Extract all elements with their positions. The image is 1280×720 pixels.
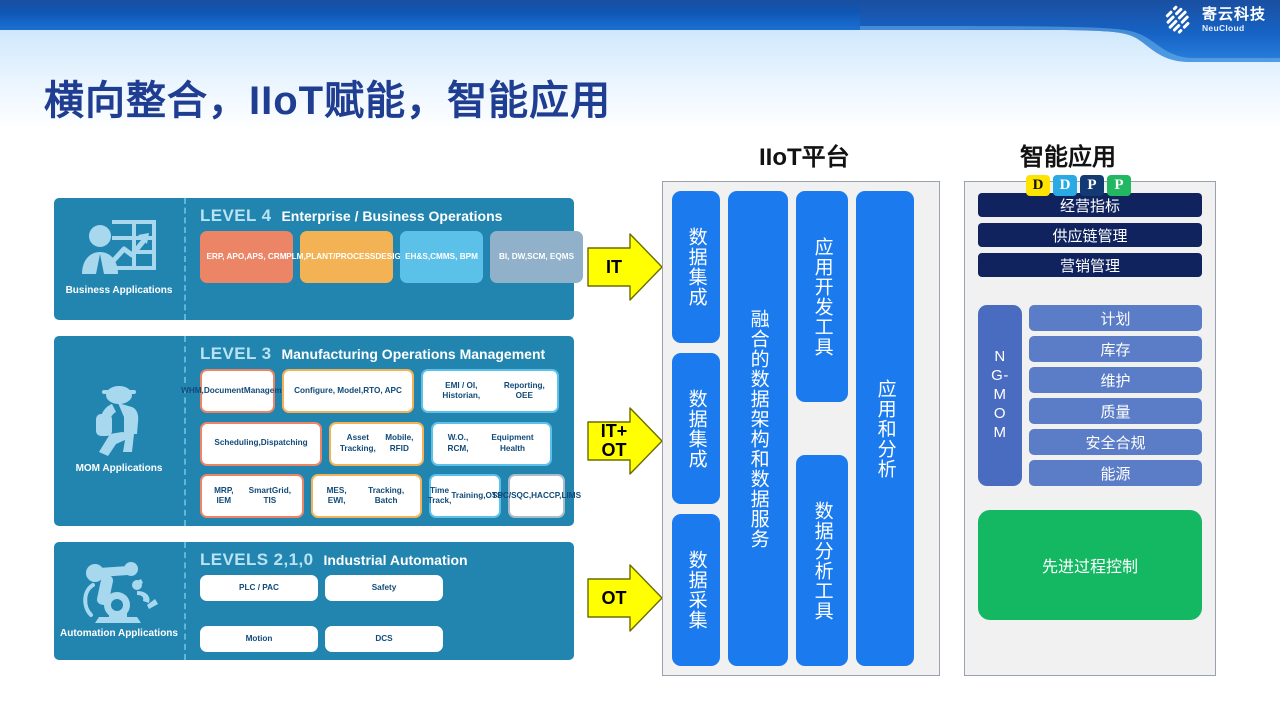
ng-mom-group: N G- M O M 计划 库存 维护 质量 安全合规 能源 — [978, 305, 1202, 486]
purdue-chip[interactable]: Motion — [200, 626, 318, 652]
purdue-chip[interactable]: EMI / OI, Historian, Reporting, OEE — [421, 369, 559, 413]
ddpp-badge-1[interactable]: D — [1026, 175, 1050, 196]
brand-logo-text: 寄云科技 NeuCloud — [1202, 7, 1266, 33]
iiot-platform-panel: 数据集成 数据集成 数据采集 融合的数据架构和数据服务 应用开发工具 数据分析工… — [662, 181, 940, 676]
purdue-chip[interactable]: SPC/SQC, HACCP, LIMS — [492, 474, 581, 518]
mom-item-quality[interactable]: 质量 — [1029, 398, 1202, 424]
level-connector-notch — [276, 320, 304, 331]
purdue-chip-row: Scheduling, Dispatching Asset Tracking, Mob… — [200, 421, 565, 466]
ng-mom-item-list: 计划 库存 维护 质量 安全合规 能源 — [1029, 305, 1202, 486]
automation-applications-icon: Automation Applications — [54, 542, 186, 660]
mom-item-planning[interactable]: 计划 — [1029, 305, 1202, 331]
iiot-box-apps-and-analytics[interactable]: 应用和分析 — [856, 191, 914, 666]
neucloud-mark-icon — [1163, 5, 1193, 35]
purdue-level-name: Manufacturing Operations Management — [281, 346, 546, 362]
purdue-chip[interactable]: Time Track, Training, OTS — [428, 474, 502, 518]
nav-row-business-kpi[interactable]: 经营指标 — [978, 193, 1202, 217]
flow-arrow-ot: OT — [586, 562, 664, 634]
purdue-level-name: Enterprise / Business Operations — [281, 208, 503, 224]
ddpp-badge-4[interactable]: P — [1107, 175, 1131, 196]
iiot-column-tools: 应用开发工具 数据分析工具 — [796, 191, 848, 666]
mom-item-maintenance[interactable]: 维护 — [1029, 367, 1202, 393]
iiot-box-data-integration-2[interactable]: 数据集成 — [672, 352, 720, 505]
purdue-chip-stack: ERP, APO, APS, CRM PLM, PLANT/PROCESS DESIGN… — [200, 231, 583, 312]
purdue-chip[interactable]: Configure, Model, RTO, APC — [282, 369, 414, 413]
nav-row-supply-chain[interactable]: 供应链管理 — [978, 223, 1202, 247]
purdue-chip-stack: WHM, Document Management Configure, Model, R… — [181, 369, 581, 518]
mom-applications-icon: MOM Applications — [54, 336, 186, 526]
flow-arrow-it: IT — [586, 231, 664, 303]
purdue-level-header: LEVEL 3 Manufacturing Operations Manageme… — [200, 344, 565, 364]
purdue-chip[interactable]: EH&S, CMMS, BPM — [400, 231, 483, 283]
iiot-box-data-acquisition[interactable]: 数据采集 — [672, 514, 720, 667]
iiot-box-data-analysis-tools[interactable]: 数据分析工具 — [796, 455, 848, 666]
purdue-chip[interactable]: W.O., RCM, Equipment Health — [431, 421, 552, 466]
iiot-column-data-ingest: 数据集成 数据集成 数据采集 — [672, 191, 720, 667]
purdue-level-number: LEVEL 4 — [200, 206, 272, 225]
iiot-box-data-integration-1[interactable]: 数据集成 — [672, 191, 720, 343]
purdue-chip-row: MRP, IEM SmartGrid, TIS MES, EWI, Tracking,… — [200, 474, 581, 518]
iiot-box-app-dev-tools[interactable]: 应用开发工具 — [796, 191, 848, 402]
ng-mom-tab[interactable]: N G- M O M — [978, 305, 1022, 486]
mom-item-inventory[interactable]: 库存 — [1029, 336, 1202, 362]
purdue-chip[interactable]: Scheduling, Dispatching — [200, 421, 322, 466]
business-nav-list: 经营指标 供应链管理 营销管理 — [978, 193, 1202, 283]
purdue-chip-row: Motion DCS — [200, 626, 564, 652]
purdue-chip[interactable]: PLM, PLANT/PROCESS DESIGN — [286, 231, 407, 283]
mom-item-energy[interactable]: 能源 — [1029, 460, 1202, 486]
purdue-chip-row: WHM, Document Management Configure, Model, R… — [181, 369, 565, 413]
purdue-chip-row: PLC / PAC Safety — [200, 575, 564, 601]
purdue-chip-row: ERP, APO, APS, CRM PLM, PLANT/PROCESS DESIGN… — [200, 231, 583, 283]
purdue-chip[interactable]: WHM, Document Management — [181, 369, 294, 413]
nav-row-marketing-management[interactable]: 营销管理 — [978, 253, 1202, 277]
flow-arrow-it-ot-label: IT+ OT — [600, 421, 628, 460]
flow-arrow-it-ot: IT+ OT — [586, 405, 664, 477]
purdue-chip[interactable]: MRP, IEM SmartGrid, TIS — [200, 474, 304, 518]
flow-arrow-it-label: IT — [606, 256, 622, 277]
purdue-chip[interactable]: BI, DW, SCM, EQMS — [490, 231, 583, 283]
purdue-chip[interactable]: Asset Tracking, Mobile, RFID — [329, 421, 424, 466]
brand-name-cn: 寄云科技 — [1201, 6, 1266, 24]
brand-logo: 寄云科技 NeuCloud — [1163, 5, 1266, 35]
ddpp-badge-2[interactable]: D — [1053, 175, 1077, 196]
advanced-process-control-box[interactable]: 先进过程控制 — [978, 510, 1202, 620]
purdue-chip-stack: PLC / PAC Safety Motion DCS — [200, 575, 564, 652]
iiot-box-unified-data-architecture[interactable]: 融合的数据架构和数据服务 — [728, 191, 788, 666]
purdue-level-number: LEVELS 2,1,0 — [200, 550, 314, 569]
mom-applications-label: MOM Applications — [75, 463, 163, 474]
purdue-level-header: LEVEL 4 Enterprise / Business Operations — [200, 206, 583, 226]
automation-applications-label: Automation Applications — [60, 628, 178, 639]
purdue-level-3: MOM Applications LEVEL 3 Manufacturing Ope… — [54, 336, 581, 526]
slide-root: 寄云科技 NeuCloud 横向整合，IIoT赋能，智能应用 IIoT平台 智能… — [0, 0, 1280, 720]
purdue-level-number: LEVEL 3 — [200, 344, 272, 363]
purdue-chip[interactable]: MES, EWI, Tracking, Batch — [311, 474, 422, 518]
iiot-column-data-fabric: 融合的数据架构和数据服务 — [728, 191, 788, 666]
purdue-level-header: LEVELS 2,1,0 Industrial Automation — [200, 550, 564, 570]
mom-item-safety-compliance[interactable]: 安全合规 — [1029, 429, 1202, 455]
page-title: 横向整合，IIoT赋能，智能应用 — [44, 79, 612, 123]
purdue-level-name: Industrial Automation — [323, 552, 468, 568]
ddpp-badge-group: DDPP — [1026, 175, 1131, 196]
purdue-level-body: LEVELS 2,1,0 Industrial Automation PLC / P… — [186, 542, 574, 660]
level-connector-notch — [276, 526, 304, 537]
iiot-column-spacer — [796, 412, 848, 445]
purdue-level-body: LEVEL 3 Manufacturing Operations Manageme… — [181, 336, 581, 526]
section-title-iiot: IIoT平台 — [759, 144, 850, 171]
purdue-chip[interactable]: PLC / PAC — [200, 575, 318, 601]
business-applications-icon: Business Applications — [54, 198, 186, 320]
purdue-chip[interactable]: DCS — [325, 626, 443, 652]
purdue-chip[interactable]: Safety — [325, 575, 443, 601]
purdue-level-210: Automation Applications LEVELS 2,1,0 Indus… — [54, 542, 574, 660]
brand-name-en: NeuCloud — [1201, 23, 1245, 34]
purdue-model-diagram: Business Applications LEVEL 4 Enterprise /… — [54, 198, 583, 660]
purdue-chip[interactable]: ERP, APO, APS, CRM — [200, 231, 293, 283]
smart-applications-panel: 经营指标 供应链管理 营销管理 N G- M O M 计划 库存 维护 质量 安全合规 … — [964, 181, 1216, 676]
purdue-level-4: Business Applications LEVEL 4 Enterprise /… — [54, 198, 583, 320]
business-applications-label: Business Applications — [65, 285, 173, 296]
flow-arrow-ot-label: OT — [601, 587, 627, 608]
ddpp-badge-3[interactable]: P — [1080, 175, 1104, 196]
purdue-level-body: LEVEL 4 Enterprise / Business Operations E… — [186, 198, 593, 320]
iiot-column-apps-analytics: 应用和分析 — [856, 191, 914, 666]
section-title-smart-apps: 智能应用 — [1020, 144, 1116, 171]
